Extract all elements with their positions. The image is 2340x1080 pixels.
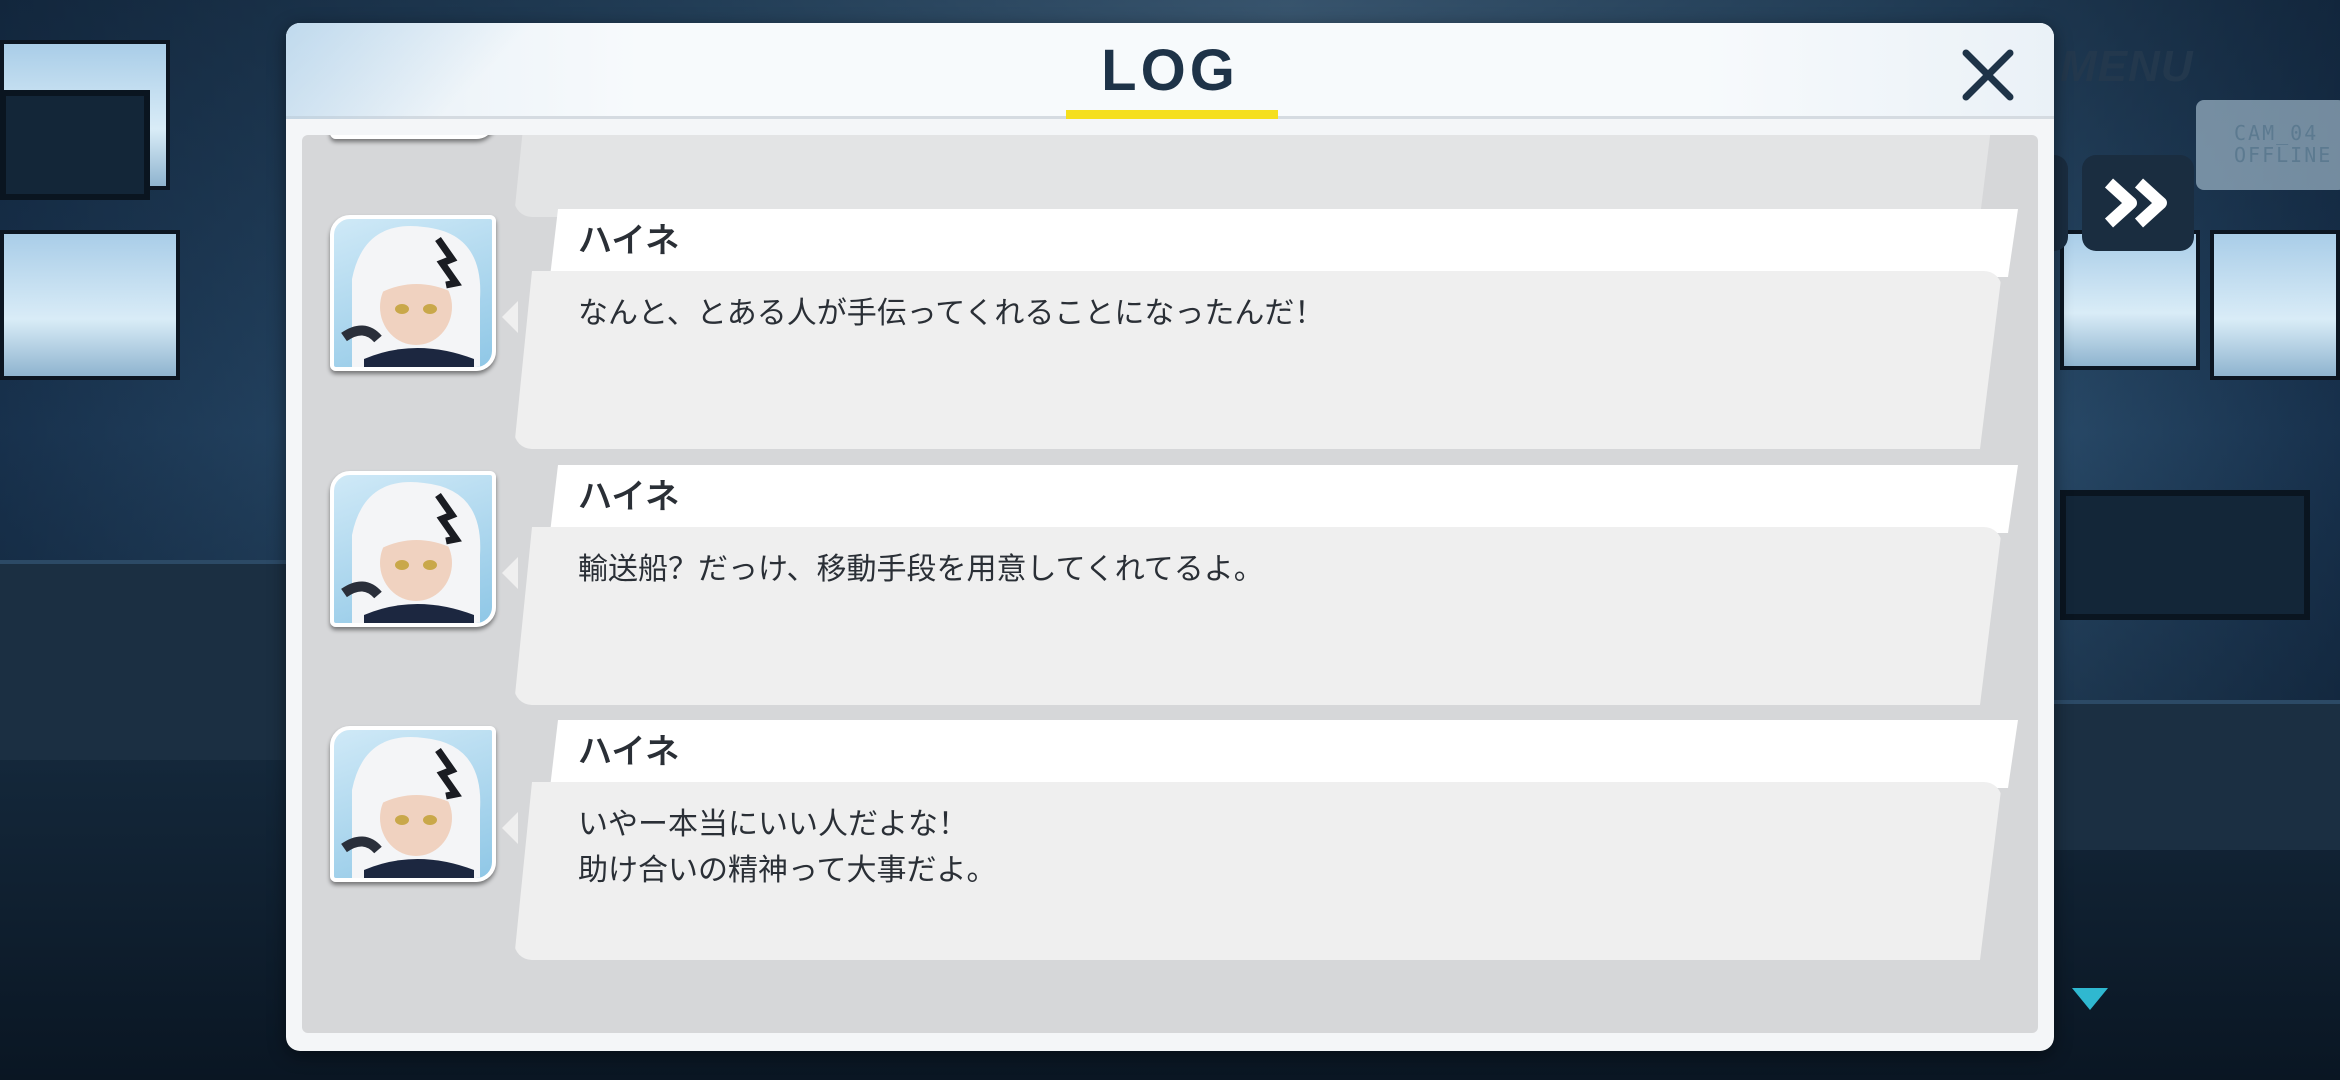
- bubble-tail: [502, 301, 518, 333]
- heine-portrait-icon: [341, 226, 481, 367]
- background-desk: [2054, 700, 2340, 850]
- background-window: [2210, 230, 2340, 380]
- log-entry: ハイネ いやー本当にいい人だよな！ 助け合いの精神って大事だよ。: [302, 720, 2038, 890]
- close-button[interactable]: [1952, 39, 2024, 111]
- fast-forward-button[interactable]: [2082, 155, 2194, 251]
- fast-forward-icon: [2104, 178, 2167, 228]
- avatar: [330, 135, 496, 139]
- cam-sign: CAM_04 OFFLINE: [2196, 100, 2340, 190]
- cam-sign-line1: CAM_04: [2234, 121, 2319, 145]
- avatar: [330, 215, 496, 371]
- speaker-name-bar: [550, 465, 2018, 533]
- cam-sign-line2: OFFLINE: [2234, 143, 2333, 167]
- avatar: [330, 471, 496, 627]
- bubble-tail: [502, 812, 518, 844]
- background-window: [0, 230, 180, 380]
- avatar: [330, 726, 496, 882]
- speaker-name: ハイネ: [578, 477, 680, 517]
- speaker-name-bar: [550, 209, 2018, 277]
- log-entry: [302, 135, 2038, 147]
- heine-portrait-icon: [341, 737, 481, 878]
- close-icon: [1962, 49, 2014, 101]
- log-entry: ハイネ なんと、とある人が手伝ってくれることになったんだ！: [302, 209, 2038, 379]
- message-bubble: [514, 135, 2002, 217]
- log-header: LOG: [286, 23, 2054, 119]
- message-text: 輸送船？だっけ、移動手段を用意してくれてるよ。: [578, 552, 1264, 587]
- message-text: いやー本当にいい人だよな！ 助け合いの精神って大事だよ。: [578, 807, 997, 888]
- background-monitor: [2060, 490, 2310, 620]
- background-window: [2060, 230, 2200, 370]
- speaker-name-bar: [550, 720, 2018, 788]
- background-desk: [0, 560, 290, 760]
- log-title: LOG: [1101, 38, 1239, 103]
- background-monitor: [0, 90, 150, 200]
- title-underline: [1066, 110, 1278, 119]
- heine-portrait-icon: [341, 482, 481, 623]
- log-list[interactable]: ハイネ なんと、とある人が手伝ってくれることになったんだ！ ハイネ 輸送船？だっ…: [302, 135, 2038, 1033]
- next-triangle-icon[interactable]: [2072, 988, 2108, 1010]
- bubble-tail: [502, 557, 518, 589]
- log-window: LOG ハイネ なんと、とある人が手伝ってくれることになったんだ！ ハイネ 輸送…: [286, 23, 2054, 1051]
- menu-button[interactable]: MENU: [2060, 42, 2194, 92]
- message-text: なんと、とある人が手伝ってくれることになったんだ！: [578, 296, 1325, 331]
- log-entry: ハイネ 輸送船？だっけ、移動手段を用意してくれてるよ。: [302, 465, 2038, 635]
- speaker-name: ハイネ: [578, 732, 680, 772]
- speaker-name: ハイネ: [578, 221, 680, 261]
